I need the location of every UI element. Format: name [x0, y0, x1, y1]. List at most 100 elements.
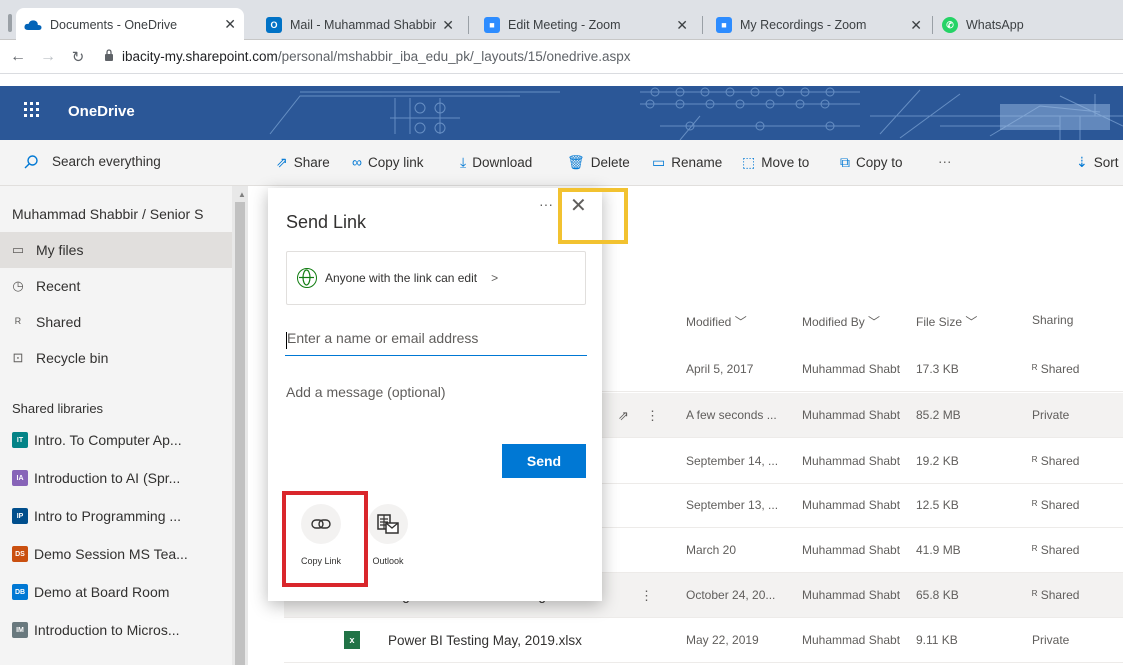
cell-modified: A few seconds ...: [686, 408, 777, 422]
file-sharing: Shared: [1040, 543, 1080, 557]
message-input[interactable]: Add a message (optional): [286, 384, 446, 400]
search-box[interactable]: Search everything: [24, 154, 161, 169]
more-icon: ···: [938, 154, 952, 169]
cell-modified-by: Muhammad Shabt: [802, 408, 900, 422]
file-modified-by: Muhammad Shabt: [802, 543, 901, 557]
tab-documents-onedrive[interactable]: Documents - OneDrive ✕: [16, 8, 244, 41]
cell-modified-by: Muhammad Shabt: [802, 633, 900, 647]
tab-mail-outlook[interactable]: O Mail - Muhammad Shabbir / ✕: [258, 10, 462, 40]
send-button[interactable]: Send: [502, 444, 586, 478]
chevron-down-icon: ﹀: [965, 315, 978, 329]
copy-link-button[interactable]: ∞ Copy link: [352, 154, 424, 170]
download-button[interactable]: ⤓ Download: [460, 154, 532, 171]
reload-icon[interactable]: ↻: [66, 48, 90, 66]
nav-item-recent[interactable]: ◷ Recent: [0, 268, 232, 304]
file-name: Power BI Testing May, 2019.xlsx: [388, 633, 582, 648]
close-tab-icon[interactable]: ✕: [442, 17, 454, 34]
cell-size: 41.9 MB: [916, 543, 961, 557]
row-more-icon[interactable]: ⋮: [646, 408, 659, 424]
nav-item-my-files[interactable]: ▭ My files: [0, 232, 232, 268]
tab-separator: [468, 16, 469, 34]
breadcrumb[interactable]: Muhammad Shabbir / Senior S: [0, 198, 232, 230]
nav-item-shared[interactable]: ᴿ Shared: [0, 304, 232, 340]
rename-button[interactable]: ▭ Rename: [652, 154, 722, 171]
tab-whatsapp[interactable]: ✆ WhatsApp: [934, 10, 1114, 40]
close-tab-icon[interactable]: ✕: [910, 17, 922, 34]
close-tab-icon[interactable]: ✕: [676, 17, 688, 34]
file-sharing: Shared: [1040, 498, 1080, 512]
column-header-modified[interactable]: Modified ﹀: [686, 313, 747, 330]
library-label: Introduction to AI (Spr...: [34, 470, 181, 486]
cell-modified-by: Muhammad Shabt: [802, 362, 900, 376]
app-title[interactable]: OneDrive: [68, 103, 135, 120]
folder-icon: ▭: [11, 242, 25, 257]
url-field[interactable]: ibacity-my.sharepoint.com/personal/mshab…: [122, 49, 631, 64]
nav-item-label: Recycle bin: [36, 350, 109, 366]
close-tab-icon[interactable]: ✕: [224, 16, 236, 33]
shared-library-item[interactable]: IP Intro to Programming ...: [0, 498, 232, 534]
file-size: 85.2 MB: [916, 408, 961, 422]
move-to-button[interactable]: ⬚ Move to: [742, 154, 809, 171]
share-button[interactable]: ⇗ Share: [276, 154, 330, 171]
more-options-icon[interactable]: ···: [539, 196, 553, 212]
cell-size: 12.5 KB: [916, 498, 959, 512]
shared-library-item[interactable]: DB Demo at Board Room: [0, 574, 232, 610]
download-label: Download: [472, 155, 533, 170]
link-permission-setting[interactable]: Anyone with the link can edit >: [286, 251, 586, 305]
file-size: 17.3 KB: [916, 362, 959, 376]
back-arrow-icon[interactable]: ←: [6, 48, 30, 66]
column-label: Modified: [686, 315, 732, 329]
cell-size: 85.2 MB: [916, 408, 961, 422]
close-button-highlight-box: [558, 188, 628, 244]
scroll-up-arrow-icon[interactable]: ▲: [238, 190, 246, 199]
lock-icon: [104, 49, 114, 64]
column-header-sharing[interactable]: Sharing: [1032, 313, 1073, 327]
file-modified: September 14, ...: [686, 454, 779, 468]
shared-library-item[interactable]: IT Intro. To Computer Ap...: [0, 422, 232, 458]
shared-library-item[interactable]: IA Introduction to AI (Spr...: [0, 460, 232, 496]
file-modified-by: Muhammad Shabt: [802, 633, 901, 647]
column-header-file-size[interactable]: File Size ﹀: [916, 313, 977, 330]
dialog-title: Send Link: [286, 212, 367, 232]
copy-icon: ⧉: [840, 154, 850, 170]
nav-item-recycle-bin[interactable]: ⊡ Recycle bin: [0, 340, 232, 376]
tab-my-recordings-zoom[interactable]: ■ My Recordings - Zoom ✕: [708, 10, 930, 40]
rename-label: Rename: [671, 155, 723, 170]
nav-scrollbar-thumb[interactable]: [235, 202, 245, 665]
file-size: 41.9 MB: [916, 543, 961, 557]
row-more-icon[interactable]: ⋮: [640, 588, 653, 604]
cell-modified: May 22, 2019: [686, 633, 759, 647]
people-icon: ᴿ: [15, 314, 21, 330]
option-label: Outlook: [372, 556, 404, 566]
file-modified: October 24, 20...: [686, 588, 776, 602]
cell-name: Power BI Testing May, 2019.xlsx: [388, 633, 582, 648]
shared-library-item[interactable]: IM Introduction to Micros...: [0, 612, 232, 648]
shared-libraries-heading: Shared libraries: [0, 390, 232, 426]
cell-sharing: ᴿ Shared: [1032, 588, 1079, 602]
globe-icon: [297, 268, 317, 288]
whatsapp-icon: ✆: [942, 17, 958, 33]
forward-arrow-icon[interactable]: →: [36, 48, 60, 66]
sort-button[interactable]: ⇣ Sort: [1076, 154, 1119, 171]
delete-label: Delete: [590, 155, 630, 170]
column-header-modified-by[interactable]: Modified By ﹀: [802, 313, 880, 330]
cell-sharing: Private: [1032, 633, 1069, 647]
file-sharing: Shared: [1040, 362, 1080, 376]
app-launcher-icon[interactable]: [24, 102, 40, 123]
cell-sharing: ᴿ Shared: [1032, 454, 1079, 468]
onedrive-cloud-icon: [24, 19, 42, 30]
chevron-down-icon: ﹀: [868, 315, 881, 329]
outlook-icon: [368, 504, 408, 544]
copy-to-button[interactable]: ⧉ Copy to: [840, 154, 903, 171]
command-bar: Search everything ⇗ Share ∞ Copy link ⤓ Dow…: [0, 140, 1123, 186]
delete-button[interactable]: 🗑 Delete: [567, 154, 630, 171]
tab-edit-meeting-zoom[interactable]: ■ Edit Meeting - Zoom ✕: [476, 10, 696, 40]
more-commands-button[interactable]: ···: [938, 154, 952, 169]
outlook-option[interactable]: Outlook: [366, 504, 410, 566]
library-icon: IT: [12, 432, 28, 448]
email-input[interactable]: Enter a name or email address: [285, 330, 587, 356]
row-share-icon[interactable]: ⇗: [618, 408, 629, 424]
cell-modified: March 20: [686, 543, 736, 557]
file-row[interactable]: Power BI Testing May, 2019.xlsx May 22, 2…: [284, 618, 1123, 663]
shared-library-item[interactable]: DS Demo Session MS Tea...: [0, 536, 232, 572]
